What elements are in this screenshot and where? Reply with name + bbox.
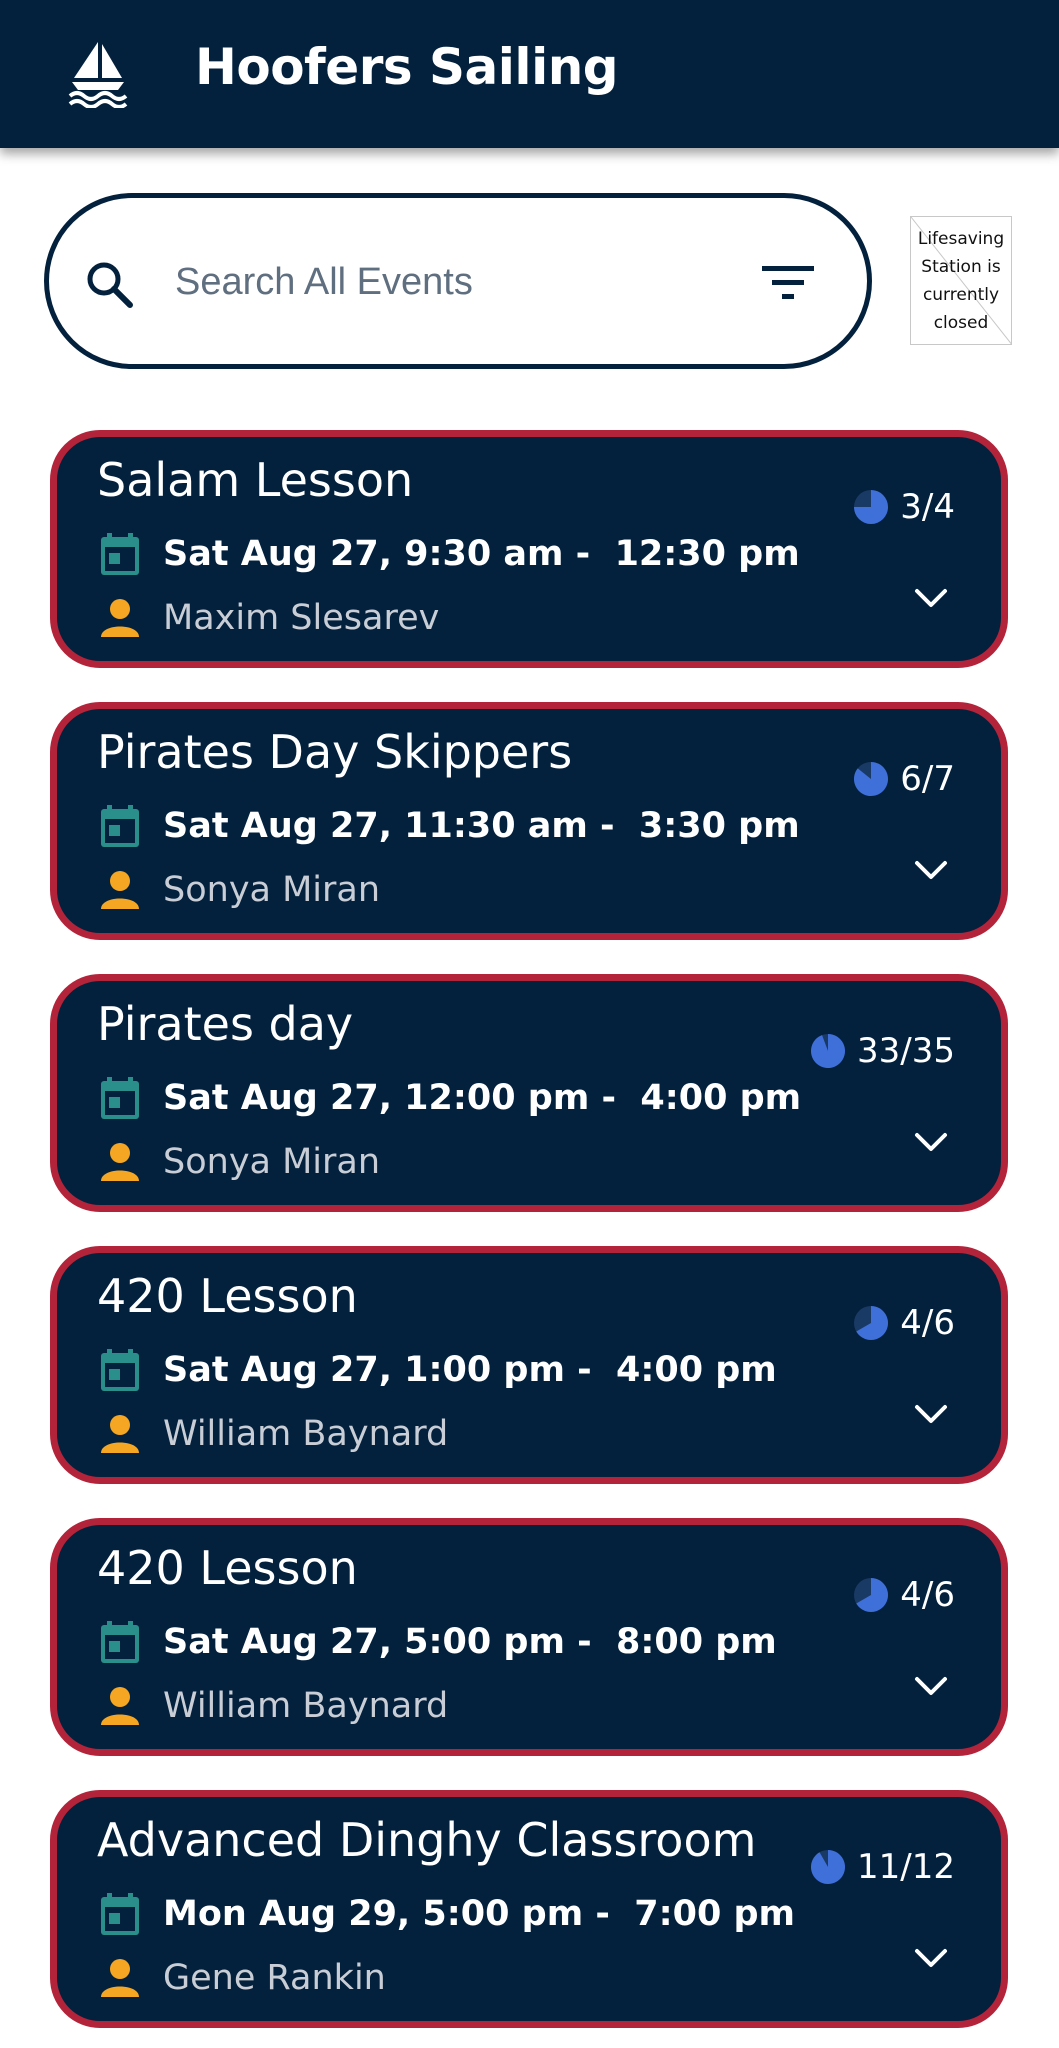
event-card[interactable]: Pirates Day Skippers Sat Aug 27, 11:30 a… — [50, 702, 1008, 940]
event-time: Sat Aug 27, 9:30 am - 12:30 pm — [163, 534, 800, 574]
person-icon — [101, 1687, 139, 1725]
chevron-down-icon[interactable] — [911, 855, 951, 885]
event-time-row: Sat Aug 27, 9:30 am - 12:30 pm — [99, 531, 800, 577]
chevron-down-icon[interactable] — [911, 1671, 951, 1701]
person-icon — [101, 871, 139, 909]
event-person-row: Sonya Miran — [99, 1141, 380, 1183]
capacity-count: 11/12 — [857, 1847, 955, 1887]
capacity-pie-icon — [854, 490, 889, 524]
event-card[interactable]: Salam Lesson Sat Aug 27, 9:30 am - 12:30… — [50, 430, 1008, 668]
event-person: William Baynard — [163, 1414, 449, 1454]
app-title: Hoofers Sailing — [195, 38, 619, 96]
person-icon — [101, 1415, 139, 1453]
app-header: Hoofers Sailing — [0, 0, 1059, 148]
event-person: Gene Rankin — [163, 1958, 386, 1998]
capacity-count: 3/4 — [900, 487, 955, 527]
status-image-alt: Lifesaving Station is currently closed — [917, 229, 1005, 333]
capacity-count: 6/7 — [900, 759, 955, 799]
chevron-down-icon[interactable] — [911, 583, 951, 613]
calendar-icon — [101, 1893, 139, 1935]
event-capacity: 33/35 — [809, 1031, 955, 1071]
capacity-count: 33/35 — [857, 1031, 955, 1071]
event-card[interactable]: Pirates day Sat Aug 27, 12:00 pm - 4:00 … — [50, 974, 1008, 1212]
capacity-pie-icon — [811, 1034, 846, 1068]
capacity-pie-icon — [854, 1306, 889, 1340]
chevron-down-icon[interactable] — [911, 1399, 951, 1429]
event-capacity: 3/4 — [852, 487, 955, 527]
event-time-row: Sat Aug 27, 5:00 pm - 8:00 pm — [99, 1619, 777, 1665]
event-time: Mon Aug 29, 5:00 pm - 7:00 pm — [163, 1894, 796, 1934]
calendar-icon — [101, 1349, 139, 1391]
event-time: Sat Aug 27, 5:00 pm - 8:00 pm — [163, 1622, 777, 1662]
event-title: Pirates day — [97, 997, 354, 1051]
event-time: Sat Aug 27, 12:00 pm - 4:00 pm — [163, 1078, 802, 1118]
event-capacity: 4/6 — [852, 1303, 955, 1343]
person-icon — [101, 1959, 139, 1997]
event-capacity: 6/7 — [852, 759, 955, 799]
event-time: Sat Aug 27, 1:00 pm - 4:00 pm — [163, 1350, 777, 1390]
event-card[interactable]: 420 Lesson Sat Aug 27, 1:00 pm - 4:00 pm… — [50, 1246, 1008, 1484]
chevron-down-icon[interactable] — [911, 1127, 951, 1157]
event-person: William Baynard — [163, 1686, 449, 1726]
search-bar[interactable] — [44, 193, 872, 369]
person-icon — [101, 1143, 139, 1181]
event-time-row: Mon Aug 29, 5:00 pm - 7:00 pm — [99, 1891, 795, 1937]
event-person-row: Sonya Miran — [99, 869, 380, 911]
chevron-down-icon[interactable] — [911, 1943, 951, 1973]
event-title: 420 Lesson — [97, 1269, 358, 1323]
person-icon — [101, 599, 139, 637]
calendar-icon — [101, 805, 139, 847]
event-card[interactable]: Advanced Dinghy Classroom Mon Aug 29, 5:… — [50, 1790, 1008, 2028]
event-card[interactable]: 420 Lesson Sat Aug 27, 5:00 pm - 8:00 pm… — [50, 1518, 1008, 1756]
event-time-row: Sat Aug 27, 12:00 pm - 4:00 pm — [99, 1075, 801, 1121]
search-input[interactable] — [175, 250, 725, 314]
event-title: Pirates Day Skippers — [97, 725, 573, 779]
event-title: Advanced Dinghy Classroom — [97, 1813, 757, 1867]
event-title: 420 Lesson — [97, 1541, 358, 1595]
capacity-pie-icon — [854, 762, 889, 796]
event-person-row: Maxim Slesarev — [99, 597, 439, 639]
capacity-pie-icon — [854, 1578, 889, 1612]
capacity-pie-icon — [811, 1850, 846, 1884]
calendar-icon — [101, 1077, 139, 1119]
lifesaving-status-image: Lifesaving Station is currently closed — [910, 216, 1012, 345]
event-person-row: William Baynard — [99, 1413, 448, 1455]
event-person-row: William Baynard — [99, 1685, 448, 1727]
event-person: Sonya Miran — [163, 870, 381, 910]
capacity-count: 4/6 — [900, 1575, 955, 1615]
event-person: Maxim Slesarev — [163, 598, 440, 638]
event-person-row: Gene Rankin — [99, 1957, 386, 1999]
event-time-row: Sat Aug 27, 1:00 pm - 4:00 pm — [99, 1347, 777, 1393]
calendar-icon — [101, 1621, 139, 1663]
event-time-row: Sat Aug 27, 11:30 am - 3:30 pm — [99, 803, 800, 849]
filter-icon[interactable] — [762, 260, 814, 304]
capacity-count: 4/6 — [900, 1303, 955, 1343]
event-person: Sonya Miran — [163, 1142, 381, 1182]
sailboat-icon — [68, 42, 128, 108]
event-time: Sat Aug 27, 11:30 am - 3:30 pm — [163, 806, 800, 846]
event-title: Salam Lesson — [97, 453, 414, 507]
event-capacity: 4/6 — [852, 1575, 955, 1615]
event-capacity: 11/12 — [809, 1847, 955, 1887]
calendar-icon — [101, 533, 139, 575]
search-icon[interactable] — [85, 260, 135, 310]
